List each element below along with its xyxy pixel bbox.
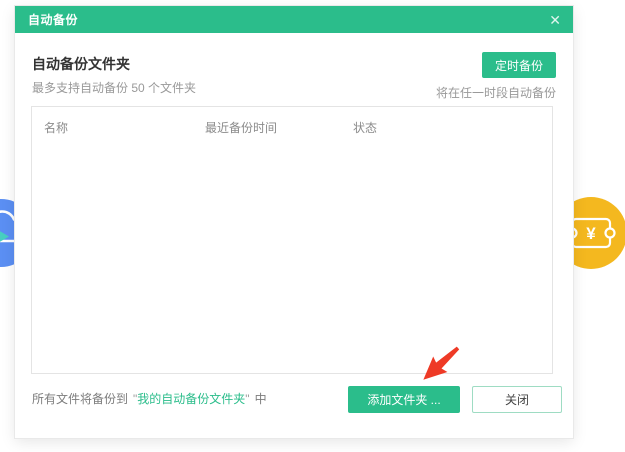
section-heading: 自动备份文件夹: [32, 54, 130, 74]
auto-backup-dialog: 自动备份 ✕ 自动备份文件夹 最多支持自动备份 50 个文件夹 定时备份 将在任…: [15, 6, 573, 438]
backup-target-text: 所有文件将备份到"我的自动备份文件夹"中: [32, 390, 267, 407]
yuan-symbol: ¥: [586, 224, 596, 243]
column-header-name: 名称: [44, 119, 68, 136]
dialog-title: 自动备份: [28, 11, 78, 28]
table-body-empty: [32, 143, 552, 373]
target-suffix: 中: [255, 392, 267, 406]
dialog-titlebar: 自动备份 ✕: [15, 6, 573, 33]
target-prefix: 所有文件将备份到: [32, 392, 128, 406]
target-folder-link[interactable]: 我的自动备份文件夹: [137, 392, 245, 406]
folder-limit-note: 最多支持自动备份 50 个文件夹: [32, 79, 196, 96]
schedule-note: 将在任一时段自动备份: [436, 84, 556, 101]
close-button[interactable]: 关闭: [472, 386, 562, 413]
column-header-status: 状态: [353, 119, 377, 136]
close-icon[interactable]: ✕: [547, 11, 563, 29]
close-quote: ": [245, 392, 249, 406]
screen: ¥ 自动备份 ✕ 自动备份文件夹 最多支持自动备份 50 个文件夹 定时备份 将…: [0, 0, 625, 452]
scheduled-backup-button[interactable]: 定时备份: [482, 52, 556, 78]
add-folder-button[interactable]: 添加文件夹 ...: [348, 386, 460, 413]
backup-folder-table: 名称 最近备份时间 状态: [31, 106, 553, 374]
column-header-last-backup-time: 最近备份时间: [205, 119, 277, 136]
